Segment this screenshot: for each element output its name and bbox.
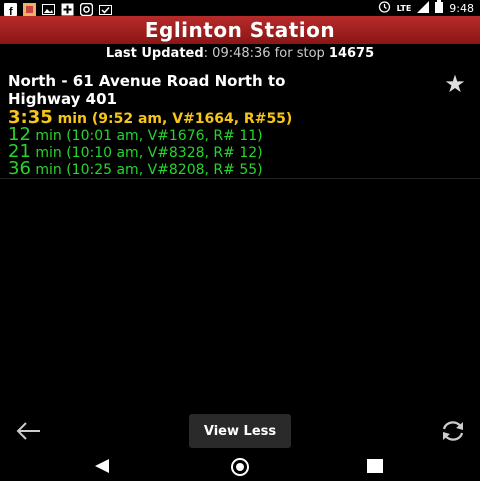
route-heading[interactable]: North - 61 Avenue Road North to Highway … <box>8 72 428 108</box>
nav-home-icon[interactable] <box>230 457 250 477</box>
prediction-unit: min <box>52 111 88 127</box>
notification-icons: f <box>4 1 112 18</box>
prediction-row: 12 min (10:01 am, V#1676, R# 11) <box>8 126 292 145</box>
predictions-list: 3:35 min (9:52 am, V#1664, R#55) 12 min … <box>8 109 293 179</box>
prediction-minutes: 36 <box>8 158 31 179</box>
facebook-icon: f <box>4 1 17 18</box>
signal-icon <box>417 0 430 16</box>
last-updated-label: Last Updated <box>105 46 204 61</box>
prediction-detail: (10:10 am, V#8328, R# 12) <box>61 145 263 161</box>
system-status: LTE 9:48 <box>378 0 474 16</box>
route-line-2: Highway 401 <box>8 90 117 108</box>
prediction-row: 21 min (10:10 am, V#8328, R# 12) <box>8 143 292 162</box>
image-icon <box>42 1 55 15</box>
nav-recents-icon[interactable] <box>367 459 383 473</box>
system-nav-bar <box>0 454 480 480</box>
refresh-icon[interactable] <box>438 418 468 444</box>
prediction-detail: (9:52 am, V#1664, R#55) <box>87 111 293 127</box>
star-icon[interactable]: ★ <box>442 70 468 98</box>
view-less-button[interactable]: View Less <box>189 414 291 448</box>
stop-number: 14675 <box>328 46 375 61</box>
prediction-detail: (10:01 am, V#1676, R# 11) <box>61 128 263 144</box>
mail-check-icon <box>99 1 112 15</box>
bottom-toolbar: View Less <box>0 410 480 454</box>
last-updated: Last Updated: 09:48:36 for stop 14675 <box>0 46 480 61</box>
svg-text:f: f <box>9 6 13 16</box>
prediction-unit: min <box>30 128 62 144</box>
photo-icon <box>23 1 36 16</box>
prediction-unit: min <box>30 162 62 178</box>
divider <box>0 178 480 179</box>
battery-icon <box>435 0 444 16</box>
arrow-left-icon[interactable] <box>14 418 44 444</box>
clock: 9:48 <box>449 1 474 15</box>
prediction-unit: min <box>30 145 62 161</box>
route-line-1: North - 61 Avenue Road North to <box>8 72 286 90</box>
prediction-detail: (10:25 am, V#8208, R# 55) <box>61 162 263 178</box>
prediction-row: 36 min (10:25 am, V#8208, R# 55) <box>8 158 292 179</box>
plus-box-icon <box>61 1 74 16</box>
network-type: LTE <box>396 3 412 13</box>
prediction-row: 3:35 min (9:52 am, V#1664, R#55) <box>8 109 293 128</box>
nav-back-icon[interactable] <box>95 459 109 473</box>
app-title: Eglinton Station <box>0 16 480 44</box>
instagram-icon <box>79 1 94 17</box>
status-bar: f LTE 9:48 <box>0 0 480 18</box>
last-updated-text: : 09:48:36 for stop <box>203 46 329 61</box>
alarm-icon <box>378 0 391 16</box>
